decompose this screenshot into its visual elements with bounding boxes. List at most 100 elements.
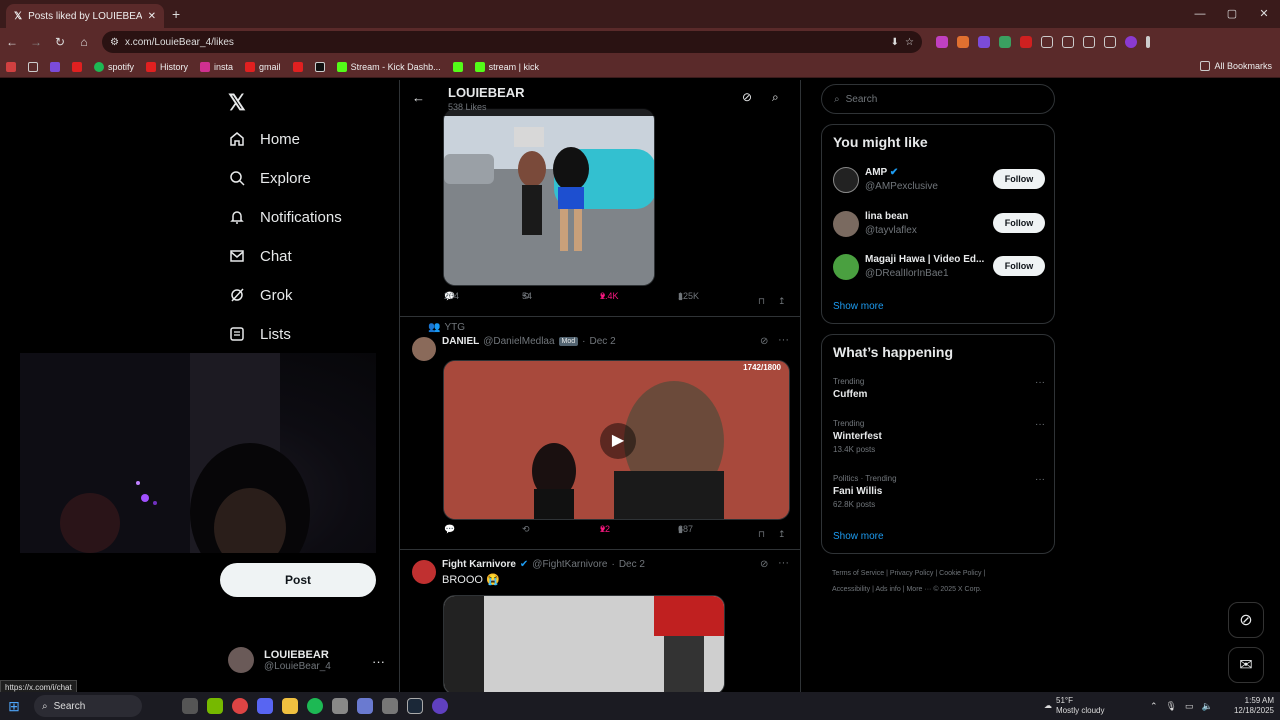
more-options-icon[interactable]: ··· <box>1035 377 1045 388</box>
trend-item[interactable]: Trending Winterfest 13.4K posts ··· <box>833 419 1045 454</box>
show-more-link[interactable]: Show more <box>833 301 884 312</box>
extension-icon[interactable] <box>1083 36 1095 48</box>
trend-item[interactable]: Politics · Trending Fani Willis 62.8K po… <box>833 474 1045 509</box>
search-input[interactable]: ⌕ Search <box>821 84 1055 114</box>
follow-button[interactable]: Follow <box>993 169 1045 189</box>
bookmark-button[interactable]: ⊓ <box>758 529 765 540</box>
folder-icon[interactable] <box>282 698 298 714</box>
home-browser-icon[interactable]: ⌂ <box>72 35 96 49</box>
bookmark-history[interactable]: History <box>146 61 188 72</box>
app-icon[interactable] <box>182 698 198 714</box>
extension-icon[interactable] <box>1062 36 1074 48</box>
bookmark-spotify[interactable]: spotify <box>94 61 134 72</box>
nvidia-icon[interactable] <box>207 698 223 714</box>
chevron-up-icon[interactable]: ⌃ <box>1150 701 1158 712</box>
bookmark-gmail[interactable]: gmail <box>245 61 281 72</box>
post-date[interactable]: Dec 2 <box>619 559 645 570</box>
suggestion-row[interactable]: lina bean @tayvlaflex Follow <box>833 211 1045 241</box>
youtube-bookmark-icon[interactable] <box>72 61 82 72</box>
all-bookmarks[interactable]: All Bookmarks <box>1200 61 1272 71</box>
spotify-icon[interactable] <box>307 698 323 714</box>
extension-icon[interactable] <box>999 36 1011 48</box>
apps-icon[interactable] <box>28 61 38 72</box>
post-image[interactable] <box>443 595 725 695</box>
suggestion-row[interactable]: AMP ✔ @AMPexclusive Follow <box>833 167 1045 197</box>
weather-widget[interactable]: ☁ 51°F Mostly cloudy <box>1044 692 1104 720</box>
nav-explore[interactable]: Explore <box>228 169 311 187</box>
extension-icon[interactable] <box>957 36 969 48</box>
footer-link[interactable]: Cookie Policy <box>939 570 981 577</box>
avatar[interactable] <box>412 337 436 361</box>
windows-start-icon[interactable]: ⊞ <box>0 698 28 715</box>
x-bookmark-icon[interactable] <box>314 61 325 72</box>
nav-home[interactable]: Home <box>228 130 300 148</box>
app-icon[interactable] <box>432 698 448 714</box>
footer-link[interactable]: More ··· <box>906 586 931 593</box>
avatar[interactable] <box>412 560 436 584</box>
trend-item[interactable]: Trending Cuffem ··· <box>833 377 1045 400</box>
author-handle[interactable]: @DanielMedlaa <box>483 336 554 347</box>
profile-icon[interactable] <box>1125 36 1137 48</box>
url-field[interactable]: ⚙ x.com/LouieBear_4/likes ⬇ ☆ <box>102 31 922 53</box>
post-video[interactable]: 1742/1800 ▶ <box>443 360 790 520</box>
bookmark-button[interactable]: ⊓ <box>758 296 765 307</box>
menu-icon[interactable] <box>1104 36 1116 48</box>
more-options-icon[interactable]: ··· <box>372 654 385 669</box>
steam-icon[interactable] <box>407 698 423 714</box>
back-arrow-icon[interactable]: ← <box>412 90 425 105</box>
show-more-link[interactable]: Show more <box>833 531 884 542</box>
bookmark-star-icon[interactable]: ☆ <box>905 37 914 48</box>
follow-button[interactable]: Follow <box>993 256 1045 276</box>
kick-bookmark-icon[interactable] <box>452 61 463 72</box>
settings-icon[interactable] <box>382 698 398 714</box>
nav-chat[interactable]: Chat <box>228 247 292 265</box>
footer-link[interactable]: Terms of Service <box>832 570 884 577</box>
footer-link[interactable]: Ads info <box>875 586 900 593</box>
puzzle-icon[interactable] <box>1041 36 1053 48</box>
youtube-bookmark-icon[interactable] <box>292 61 303 72</box>
bookmark-icon[interactable] <box>6 61 16 72</box>
speaker-icon[interactable]: 🔈 <box>1202 701 1213 712</box>
new-tab-button[interactable]: + <box>172 6 180 22</box>
share-button[interactable]: ↥ <box>778 529 786 540</box>
grok-icon[interactable]: ⊘ <box>760 336 768 347</box>
play-icon[interactable]: ▶ <box>600 423 636 459</box>
install-icon[interactable]: ⬇ <box>891 37 899 48</box>
site-info-icon[interactable]: ⚙ <box>110 37 119 48</box>
mail-icon[interactable]: ✉ <box>1228 647 1264 683</box>
nav-notifications[interactable]: Notifications <box>228 208 342 226</box>
account-switcher[interactable]: LOUIEBEAR @LouieBear_4 <box>228 647 331 673</box>
grok-icon[interactable]: ⊘ <box>760 559 768 570</box>
reload-icon[interactable]: ↻ <box>48 35 72 49</box>
browser-tab[interactable]: 𝕏 Posts liked by LOUIEBEAR ( ✕ <box>6 4 164 28</box>
follow-button[interactable]: Follow <box>993 213 1045 233</box>
bookmark-stream-kick[interactable]: stream | kick <box>474 61 539 72</box>
nav-grok[interactable]: Grok <box>228 286 293 304</box>
footer-link[interactable]: Accessibility <box>832 586 870 593</box>
footer-link[interactable]: Privacy Policy <box>890 570 934 577</box>
more-options-icon[interactable]: ··· <box>1035 419 1045 430</box>
more-options-icon[interactable]: ··· <box>1035 474 1045 485</box>
search-icon[interactable]: ⌕ <box>772 90 779 105</box>
close-tab-icon[interactable]: ✕ <box>148 11 156 22</box>
suggestion-row[interactable]: Magaji Hawa | Video Ed... @DRealIlorInBa… <box>833 254 1045 284</box>
back-icon[interactable]: ← <box>0 35 24 49</box>
bookmark-insta[interactable]: insta <box>200 61 233 72</box>
discord-icon[interactable] <box>257 698 273 714</box>
author-handle[interactable]: @FightKarnivore <box>532 559 607 570</box>
x-logo-icon[interactable]: 𝕏 <box>228 90 246 116</box>
clock[interactable]: 1:59 AM 12/18/2025 <box>1234 696 1274 716</box>
post-date[interactable]: Dec 2 <box>590 336 616 347</box>
nav-lists[interactable]: Lists <box>228 325 291 343</box>
bookmark-icon[interactable] <box>50 61 60 72</box>
more-options-icon[interactable]: ··· <box>778 334 789 346</box>
maximize-button[interactable]: ▢ <box>1216 0 1248 28</box>
twitch-extension-icon[interactable] <box>978 36 990 48</box>
post-image[interactable] <box>443 108 655 286</box>
author-name[interactable]: Fight Karnivore <box>442 559 516 570</box>
bookmark-kick-dashboard[interactable]: Stream - Kick Dashb... <box>336 61 441 72</box>
author-name[interactable]: DANIEL <box>442 336 479 347</box>
extension-icon[interactable] <box>936 36 948 48</box>
share-button[interactable]: ↥ <box>778 296 786 307</box>
grok-icon[interactable]: ⊘ <box>742 90 752 104</box>
